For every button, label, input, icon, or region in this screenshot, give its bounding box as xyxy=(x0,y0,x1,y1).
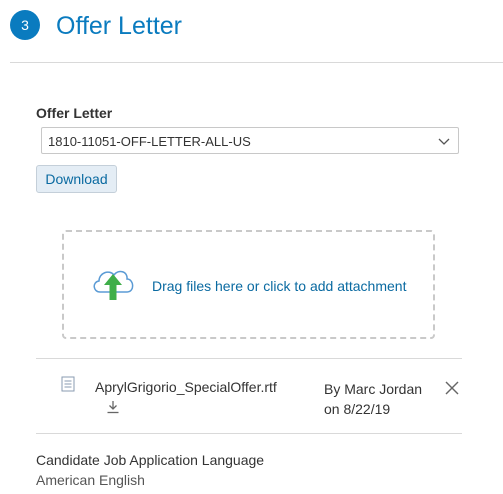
section-title: Offer Letter xyxy=(56,12,182,40)
attachment-dropzone[interactable]: Drag files here or click to add attachme… xyxy=(62,230,435,339)
close-icon[interactable] xyxy=(445,381,459,395)
attachment-file-name[interactable]: AprylGrigorio_SpecialOffer.rtf xyxy=(95,379,277,395)
download-icon[interactable] xyxy=(106,400,120,414)
download-button[interactable]: Download xyxy=(36,165,117,193)
step-header: 3 Offer Letter xyxy=(0,0,503,62)
attachment-author-name: By Marc Jordan xyxy=(324,381,423,397)
attachment-author: By Marc Jordan on 8/22/19 xyxy=(324,379,422,419)
offer-letter-select[interactable]: 1810-11051-OFF-LETTER-ALL-US xyxy=(41,127,459,154)
attachment-date: on 8/22/19 xyxy=(324,401,391,417)
chevron-down-icon xyxy=(438,138,450,145)
offer-letter-label: Offer Letter xyxy=(36,105,113,121)
step-number-badge: 3 xyxy=(10,10,40,40)
attachment-top-divider xyxy=(36,358,462,359)
language-value: American English xyxy=(36,472,145,488)
header-divider xyxy=(10,62,503,63)
upload-cloud-icon xyxy=(93,270,134,300)
dropzone-text: Drag files here or click to add attachme… xyxy=(152,278,407,294)
attachment-bottom-divider xyxy=(36,433,462,434)
document-icon xyxy=(61,376,75,392)
language-label: Candidate Job Application Language xyxy=(36,452,265,468)
offer-letter-selected-value: 1810-11051-OFF-LETTER-ALL-US xyxy=(48,134,251,149)
